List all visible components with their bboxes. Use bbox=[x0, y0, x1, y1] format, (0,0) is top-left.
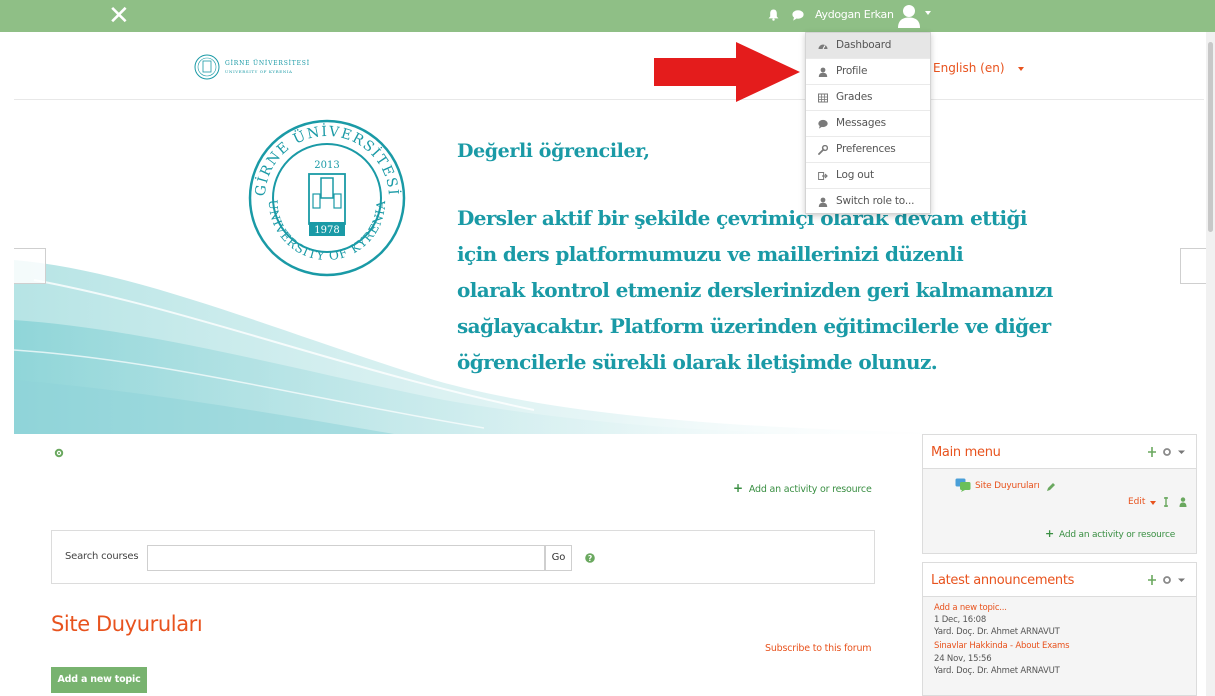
search-courses-input[interactable] bbox=[147, 545, 545, 571]
chat-icon[interactable] bbox=[792, 10, 804, 21]
banner-line: için ders platformumuzu ve maillerinizi … bbox=[457, 242, 964, 266]
chevron-down-icon[interactable] bbox=[1018, 67, 1024, 71]
chevron-down-icon[interactable] bbox=[1178, 450, 1185, 455]
user-menu-dropdown: Dashboard Profile Grades Messages Prefer… bbox=[805, 32, 931, 214]
banner-greeting: Değerli öğrenciler, bbox=[457, 140, 650, 162]
add-activity-link[interactable]: + Add an activity or resource bbox=[1045, 527, 1175, 540]
move-vertical-icon[interactable] bbox=[1163, 497, 1169, 507]
banner-line: olarak kontrol etmeniz derslerinizden ge… bbox=[457, 278, 1053, 302]
banner-line: sağlayacaktır. Platform üzerinden eğitim… bbox=[457, 314, 1051, 338]
block-header: Main menu bbox=[923, 435, 1196, 469]
pencil-icon[interactable] bbox=[1046, 482, 1056, 492]
announcement-link[interactable]: Add a new topic... bbox=[934, 603, 1007, 613]
gear-icon[interactable] bbox=[54, 448, 64, 458]
user-avatar-icon[interactable] bbox=[896, 3, 922, 29]
chat-icon bbox=[818, 119, 828, 129]
add-new-topic-button[interactable]: Add a new topic bbox=[51, 667, 147, 693]
gear-icon[interactable] bbox=[1163, 576, 1171, 584]
main-menu-title: Main menu bbox=[931, 445, 1001, 460]
user-icon bbox=[818, 67, 828, 77]
latest-announcements-title: Latest announcements bbox=[931, 573, 1075, 588]
menu-item-label: Messages bbox=[836, 117, 886, 129]
announcement-date: 1 Dec, 16:08 bbox=[934, 615, 987, 625]
table-icon bbox=[818, 93, 828, 103]
main-menu-forum-link[interactable]: Site Duyuruları bbox=[975, 481, 1040, 491]
edit-menu-button[interactable]: Edit bbox=[1128, 497, 1145, 507]
menu-item-label: Log out bbox=[836, 169, 874, 181]
top-navbar bbox=[0, 0, 1215, 32]
menu-item-label: Profile bbox=[836, 65, 868, 77]
logout-icon bbox=[818, 172, 828, 180]
banner-line: Dersler aktif bir şekilde çevrimiçi olar… bbox=[457, 206, 1027, 230]
forum-icon bbox=[955, 478, 971, 492]
logo-line-2: UNIVERSITY OF KYRENIA bbox=[225, 69, 293, 74]
dashboard-icon bbox=[818, 44, 828, 50]
announcement-author: Yard. Doç. Dr. Ahmet ARNAVUT bbox=[934, 627, 1060, 637]
forum-title: Site Duyuruları bbox=[51, 612, 203, 636]
announcement-date: 24 Nov, 15:56 bbox=[934, 654, 992, 664]
plus-icon: + bbox=[1045, 527, 1055, 540]
add-activity-label: Add an activity or resource bbox=[748, 484, 872, 495]
banner-line: öğrencilerle sürekli olarak iletişimde o… bbox=[457, 350, 938, 374]
user-menu-caret-icon[interactable] bbox=[925, 11, 931, 15]
gear-icon[interactable] bbox=[1163, 448, 1171, 456]
add-activity-label: Add an activity or resource bbox=[1059, 530, 1176, 540]
scrollbar-thumb[interactable] bbox=[1208, 42, 1213, 232]
slider-prev-button[interactable] bbox=[14, 248, 46, 284]
block-controls[interactable] bbox=[1148, 575, 1188, 585]
plus-icon: + bbox=[733, 481, 743, 495]
chevron-down-icon[interactable] bbox=[1178, 578, 1185, 583]
menu-item-label: Switch role to... bbox=[836, 195, 915, 207]
user-icon bbox=[818, 197, 828, 207]
university-logo[interactable]: GİRNE ÜNİVERSİTESİ UNIVERSITY OF KYRENIA bbox=[193, 52, 353, 82]
menu-item-messages[interactable]: Messages bbox=[806, 111, 930, 137]
close-icon[interactable]: ✕ bbox=[108, 2, 130, 30]
red-arrow-annotation bbox=[654, 42, 800, 102]
seal-year-bottom: 1978 bbox=[314, 225, 339, 236]
menu-item-dashboard[interactable]: Dashboard bbox=[806, 33, 930, 59]
menu-item-label: Preferences bbox=[836, 143, 896, 155]
menu-item-label: Dashboard bbox=[836, 39, 892, 51]
move-icon[interactable] bbox=[1148, 447, 1156, 457]
language-selector[interactable]: English (en) bbox=[933, 61, 1005, 75]
block-header: Latest announcements bbox=[923, 563, 1196, 597]
help-icon[interactable]: ? bbox=[585, 553, 595, 563]
subscribe-forum-link[interactable]: Subscribe to this forum bbox=[765, 643, 872, 654]
chevron-down-icon[interactable] bbox=[1150, 501, 1156, 505]
wrench-icon bbox=[818, 145, 828, 155]
user-icon[interactable] bbox=[1179, 497, 1187, 507]
menu-item-logout[interactable]: Log out bbox=[806, 163, 930, 189]
announcement-link[interactable]: Sinavlar Hakkinda - About Exams bbox=[934, 641, 1070, 651]
svg-text:?: ? bbox=[588, 554, 592, 563]
page: ✕ Aydogan Erkan GİRNE ÜNİVERSİTESİ UNIVE… bbox=[0, 0, 1215, 696]
menu-item-grades[interactable]: Grades bbox=[806, 85, 930, 111]
announcement-author: Yard. Doç. Dr. Ahmet ARNAVUT bbox=[934, 666, 1060, 676]
menu-item-preferences[interactable]: Preferences bbox=[806, 137, 930, 163]
menu-item-label: Grades bbox=[836, 91, 873, 103]
user-name[interactable]: Aydogan Erkan bbox=[815, 8, 894, 21]
university-seal: GİRNE ÜNİVERSİTESİ UNIVERSITY OF KYRENIA… bbox=[248, 119, 406, 277]
seal-year-top: 2013 bbox=[314, 160, 339, 171]
bell-icon[interactable] bbox=[768, 9, 779, 21]
move-icon[interactable] bbox=[1148, 575, 1156, 585]
search-go-button[interactable]: Go bbox=[545, 545, 572, 571]
menu-item-switch-role[interactable]: Switch role to... bbox=[806, 189, 930, 215]
add-activity-link[interactable]: + Add an activity or resource bbox=[733, 481, 872, 495]
logo-line-1: GİRNE ÜNİVERSİTESİ bbox=[225, 60, 310, 67]
search-courses-label: Search courses bbox=[65, 551, 139, 562]
block-controls[interactable] bbox=[1148, 447, 1188, 457]
menu-item-profile[interactable]: Profile bbox=[806, 59, 930, 85]
